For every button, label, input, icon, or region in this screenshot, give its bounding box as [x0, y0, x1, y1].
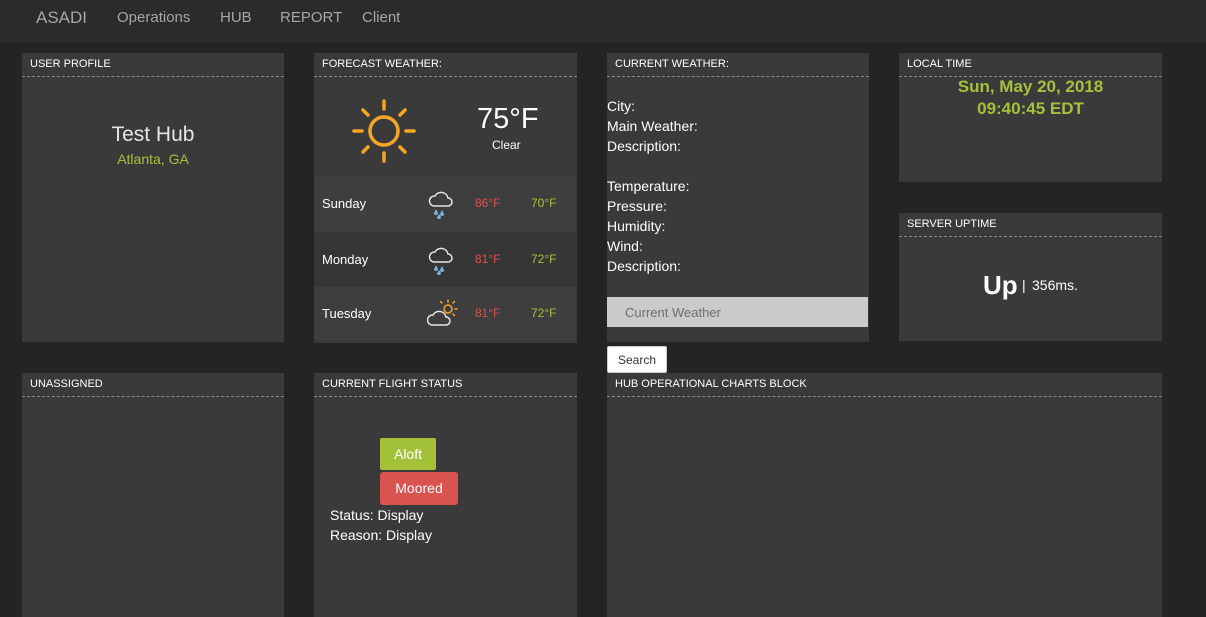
local-date: Sun, May 20, 2018 — [957, 77, 1104, 96]
brand-logo[interactable]: ASADI — [36, 8, 87, 28]
top-navbar: ASADI Operations HUB REPORT Client — [0, 0, 1206, 43]
forecast-low: 72°F — [531, 252, 557, 266]
forecast-high: 81°F — [475, 252, 501, 266]
unassigned-panel: UNASSIGNED — [22, 373, 284, 617]
forecast-high: 81°F — [475, 306, 501, 320]
cw-label-main-weather: Main Weather: — [607, 118, 698, 134]
forecast-low: 72°F — [531, 306, 557, 320]
panel-title: LOCAL TIME — [899, 53, 1162, 77]
profile-name: Test Hub — [111, 123, 195, 146]
sun-icon — [352, 99, 416, 163]
nav-link-hub[interactable]: HUB — [220, 9, 252, 26]
forecast-row: Sunday 86°F 70°F — [314, 177, 576, 231]
forecast-weather-panel: FORECAST WEATHER: 75°F Clear Sunday 86°F… — [314, 53, 577, 343]
rain-cloud-icon — [428, 191, 453, 219]
cw-label-wind: Wind: — [607, 238, 643, 254]
forecast-high: 86°F — [475, 196, 501, 210]
partly-cloudy-icon — [427, 299, 458, 326]
panel-title: FORECAST WEATHER: — [314, 53, 577, 77]
forecast-row: Tuesday 81°F 72°F — [314, 287, 576, 341]
nav-link-operations[interactable]: Operations — [117, 9, 190, 26]
uptime-separator: | — [1022, 277, 1026, 293]
current-weather-panel: CURRENT WEATHER: City: Main Weather: Des… — [607, 53, 869, 342]
panel-title: USER PROFILE — [22, 53, 284, 77]
local-time-panel: LOCAL TIME Sun, May 20, 2018 09:40:45 ED… — [899, 53, 1162, 182]
forecast-current-desc: Clear — [492, 138, 521, 152]
forecast-low: 70°F — [531, 196, 557, 210]
forecast-current-temp: 75°F — [477, 103, 539, 135]
profile-location: Atlanta, GA — [117, 151, 189, 167]
charts-block-panel: HUB OPERATIONAL CHARTS BLOCK — [607, 373, 1162, 617]
local-time: 09:40:45 EDT — [977, 99, 1084, 118]
nav-link-client[interactable]: Client — [362, 9, 400, 26]
panel-title: HUB OPERATIONAL CHARTS BLOCK — [607, 373, 1162, 397]
search-button[interactable]: Search — [607, 346, 667, 373]
rain-cloud-icon — [428, 247, 453, 275]
moored-button[interactable]: Moored — [380, 472, 458, 505]
nav-link-report[interactable]: REPORT — [280, 9, 342, 26]
flight-status-panel: CURRENT FLIGHT STATUS Aloft Moored Statu… — [314, 373, 577, 617]
forecast-day: Tuesday — [322, 306, 372, 321]
cw-label-city: City: — [607, 98, 635, 114]
cw-label-temperature: Temperature: — [607, 178, 690, 194]
aloft-button[interactable]: Aloft — [380, 438, 436, 470]
uptime-latency: 356ms. — [1032, 277, 1078, 293]
cw-label-humidity: Humidity: — [607, 218, 666, 234]
panel-title: CURRENT FLIGHT STATUS — [314, 373, 577, 397]
panel-title: UNASSIGNED — [22, 373, 284, 397]
flight-reason-line: Reason: Display — [330, 527, 432, 543]
current-weather-input[interactable] — [607, 297, 868, 327]
forecast-row: Monday 81°F 72°F — [314, 233, 576, 287]
cw-label-pressure: Pressure: — [607, 198, 667, 214]
forecast-day: Monday — [322, 252, 369, 267]
flight-status-line: Status: Display — [330, 507, 424, 523]
server-uptime-panel: SERVER UPTIME Up | 356ms. — [899, 213, 1162, 341]
cw-label-description: Description: — [607, 138, 681, 154]
panel-title: CURRENT WEATHER: — [607, 53, 869, 77]
forecast-day: Sunday — [322, 196, 367, 211]
cw-label-description-2: Description: — [607, 258, 681, 274]
panel-title: SERVER UPTIME — [899, 213, 1162, 237]
uptime-status: Up — [983, 270, 1018, 300]
user-profile-panel: USER PROFILE Test Hub Atlanta, GA — [22, 53, 284, 342]
